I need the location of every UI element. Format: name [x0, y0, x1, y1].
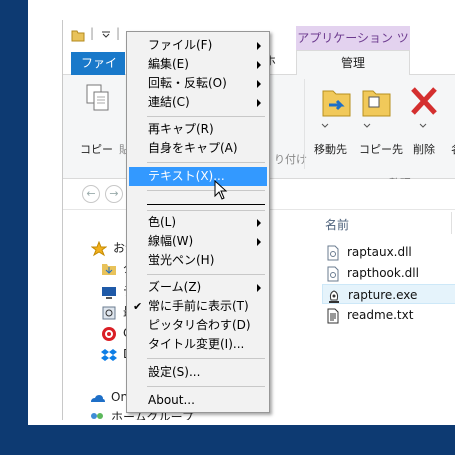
menu-separator: [147, 274, 265, 275]
menu-separator: [147, 386, 265, 387]
menu-item-label: タイトル変更(I)...: [148, 337, 245, 351]
menu-item-label: 色(L): [148, 215, 177, 229]
rename-button-partial[interactable]: 名: [451, 141, 455, 157]
recent-places-icon: [102, 306, 116, 319]
copy-button[interactable]: コピー: [80, 141, 113, 157]
column-header-divider: [451, 212, 452, 234]
menu-item-self-capture[interactable]: 自身をキャプ(A): [129, 139, 267, 158]
submenu-arrow-icon: [257, 99, 261, 107]
delete-button[interactable]: 削除: [413, 141, 435, 157]
move-to-button[interactable]: 移動先: [314, 141, 347, 157]
menu-item-always-on-top[interactable]: ✔ 常に手前に表示(T): [129, 297, 267, 316]
ribbon-divider: [304, 79, 305, 169]
submenu-arrow-icon: [257, 284, 261, 292]
folder-icon: [71, 30, 85, 42]
back-button[interactable]: ←: [82, 185, 100, 203]
menu-item-highlighter[interactable]: 蛍光ペン(H): [129, 251, 267, 270]
menu-item-label: 連結(C): [148, 95, 190, 109]
submenu-arrow-icon: [257, 61, 261, 69]
file-name: raptaux.dll: [347, 245, 412, 259]
submenu-arrow-icon: [257, 42, 261, 50]
menu-separator: [147, 358, 265, 359]
mouse-cursor-icon: [214, 180, 228, 200]
homegroup-icon: [91, 412, 103, 419]
file-name: rapture.exe: [348, 288, 418, 302]
submenu-arrow-icon: [257, 80, 261, 88]
dll-file-icon: [327, 266, 339, 281]
menu-item-label: 再キャプ(R): [148, 122, 214, 136]
menu-item-label: 蛍光ペン(H): [148, 253, 215, 267]
onedrive-icon: [91, 394, 105, 402]
file-item-rapture-selected[interactable]: rapture.exe: [322, 284, 455, 304]
menu-item-label: 回転・反転(O): [148, 76, 227, 90]
nav-item-onedrive[interactable]: On: [89, 388, 128, 406]
menu-item-chain[interactable]: 連結(C): [129, 93, 267, 112]
dropbox-icon: [101, 348, 117, 361]
menu-separator: [147, 162, 265, 163]
menu-item-recapture[interactable]: 再キャプ(R): [129, 120, 267, 139]
file-name: readme.txt: [347, 308, 414, 322]
menu-item-label: ピッタリ合わす(D): [148, 318, 251, 332]
checkmark-icon: ✔: [133, 300, 143, 313]
tab-file[interactable]: ファイル: [71, 52, 125, 93]
dll-file-icon: [327, 245, 339, 260]
menu-separator: [147, 116, 265, 117]
forward-button[interactable]: →: [105, 185, 123, 203]
menu-item-label: About...: [148, 393, 195, 407]
menu-item-label: 編集(E): [148, 57, 189, 71]
menu-item-label: ファイル(F): [148, 38, 213, 52]
creative-cloud-icon: [102, 326, 116, 341]
column-header-name[interactable]: 名前: [325, 216, 349, 233]
application-tools-tab-header: アプリケーション ツール: [296, 26, 410, 69]
menu-separator: [147, 210, 265, 211]
menu-item-label: 自身をキャプ(A): [148, 141, 238, 155]
delete-icon: [411, 87, 437, 115]
submenu-arrow-icon: [257, 238, 261, 246]
title-separator: |: [90, 26, 95, 40]
text-file-icon: [327, 308, 339, 323]
chevron-down-icon: [363, 123, 371, 128]
menu-item-edit[interactable]: 編集(E): [129, 55, 267, 74]
menu-item-label: 線幅(W): [148, 234, 194, 248]
copy-to-icon: [362, 90, 391, 117]
chevron-down-icon: [321, 123, 329, 128]
menu-item-label: 設定(S)...: [148, 365, 201, 379]
exe-app-icon: [329, 289, 339, 303]
menu-item-label: 常に手前に表示(T): [148, 299, 249, 313]
paste-shortcut-label[interactable]: り付け: [274, 151, 307, 167]
menu-item-zoom[interactable]: ズーム(Z): [129, 278, 267, 297]
submenu-arrow-icon: [257, 219, 261, 227]
menu-item-line-width[interactable]: 線幅(W): [129, 232, 267, 251]
context-menu: ファイル(F) 編集(E) 回転・反転(O) 連結(C) 再キャプ(R) 自身を…: [126, 31, 270, 413]
move-to-icon: [322, 90, 351, 117]
menu-item-color[interactable]: 色(L): [129, 213, 267, 232]
copy-to-button[interactable]: コピー先: [359, 141, 403, 157]
menu-item-settings[interactable]: 設定(S)...: [129, 363, 267, 382]
menu-separator: [147, 190, 265, 191]
menu-item-label: ズーム(Z): [148, 280, 202, 294]
file-item-rapthook[interactable]: rapthook.dll: [325, 263, 455, 283]
file-item-raptaux[interactable]: raptaux.dll: [325, 242, 455, 262]
menu-line-sample: [147, 204, 265, 205]
folder-download-icon: [102, 263, 116, 275]
menu-item-fit[interactable]: ピッタリ合わす(D): [129, 316, 267, 335]
menu-item-file[interactable]: ファイル(F): [129, 36, 267, 55]
menu-item-change-title[interactable]: タイトル変更(I)...: [129, 335, 267, 354]
menu-item-about[interactable]: About...: [129, 391, 267, 410]
file-name: rapthook.dll: [347, 266, 419, 280]
file-item-readme[interactable]: readme.txt: [325, 305, 455, 325]
star-icon: [91, 240, 107, 256]
menu-item-rotate[interactable]: 回転・反転(O): [129, 74, 267, 93]
copy-icon: [86, 84, 109, 111]
menu-item-text-highlighted[interactable]: テキスト(X)...: [129, 167, 267, 186]
tab-manage[interactable]: 管理: [296, 50, 410, 75]
desktop-icon: [102, 286, 116, 299]
title-separator: |: [116, 26, 121, 40]
quick-access-dropdown-icon[interactable]: [101, 30, 111, 38]
chevron-down-icon: [419, 123, 427, 128]
